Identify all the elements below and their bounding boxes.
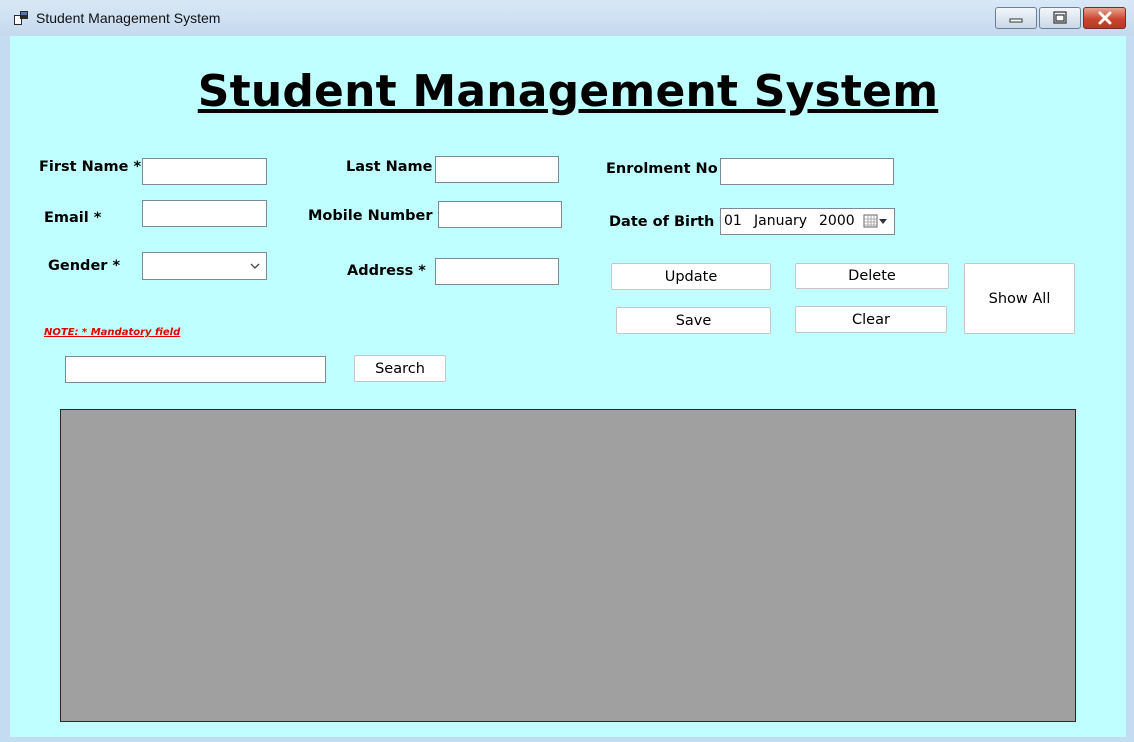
- last-name-input[interactable]: [435, 156, 559, 183]
- mobile-number-label: Mobile Number *: [308, 208, 446, 224]
- enrolment-no-input[interactable]: [720, 158, 894, 185]
- first-name-input[interactable]: [142, 158, 267, 185]
- address-label: Address *: [347, 263, 426, 279]
- form-area: Student Management System First Name * L…: [10, 36, 1126, 737]
- window-title: Student Management System: [36, 10, 221, 26]
- update-button[interactable]: Update: [611, 263, 771, 290]
- date-of-birth-picker[interactable]: 01 January 2000: [720, 208, 895, 235]
- minimize-icon: [1009, 18, 1023, 23]
- save-button[interactable]: Save: [616, 307, 771, 334]
- chevron-down-icon: [250, 263, 260, 269]
- dob-day: 01: [724, 213, 742, 229]
- gender-label: Gender *: [48, 258, 121, 274]
- mobile-number-input[interactable]: [438, 201, 562, 228]
- first-name-label: First Name *: [39, 159, 142, 175]
- date-of-birth-label: Date of Birth *: [609, 214, 728, 230]
- calendar-dropdown-icon[interactable]: [863, 213, 889, 230]
- last-name-label: Last Name: [346, 159, 433, 175]
- clear-button[interactable]: Clear: [795, 306, 947, 333]
- close-button[interactable]: [1083, 7, 1126, 29]
- title-bar: Student Management System: [0, 0, 1134, 36]
- email-label: Email *: [44, 210, 102, 226]
- students-data-grid[interactable]: [60, 409, 1076, 722]
- search-button[interactable]: Search: [354, 355, 446, 382]
- minimize-button[interactable]: [995, 7, 1037, 29]
- show-all-button[interactable]: Show All: [964, 263, 1075, 334]
- delete-button[interactable]: Delete: [795, 263, 949, 289]
- enrolment-no-label: Enrolment No *: [606, 161, 731, 177]
- gender-select[interactable]: [142, 252, 267, 280]
- search-input[interactable]: [65, 356, 326, 383]
- app-icon: [13, 10, 29, 26]
- window-bottom-border: [10, 737, 1126, 742]
- maximize-icon: [1053, 11, 1067, 24]
- close-icon: [1098, 11, 1111, 25]
- maximize-button[interactable]: [1039, 7, 1081, 29]
- address-input[interactable]: [435, 258, 559, 285]
- dob-month: January: [754, 213, 808, 229]
- email-input[interactable]: [142, 200, 267, 227]
- page-title: Student Management System: [197, 66, 939, 117]
- mandatory-note: NOTE: * Mandatory field: [44, 327, 181, 338]
- dob-year: 2000: [819, 213, 855, 229]
